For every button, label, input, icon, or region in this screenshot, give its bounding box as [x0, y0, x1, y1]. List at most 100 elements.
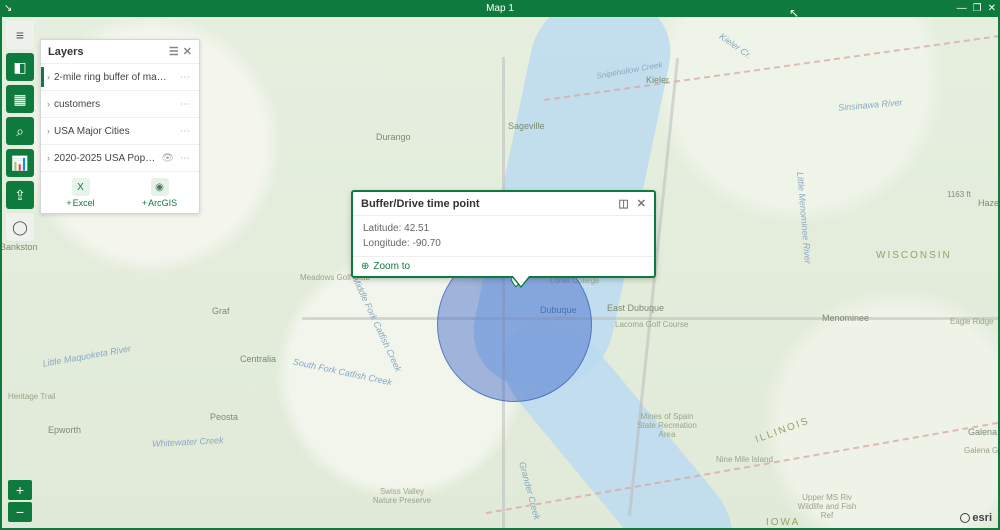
label-peosta: Peosta: [210, 412, 238, 422]
label-ninemile: Nine Mile Island: [716, 455, 773, 464]
popup-close-icon[interactable]: ✕: [637, 197, 646, 210]
analysis-button[interactable]: 📊: [6, 149, 34, 177]
layers-panel: Layers ☰ ✕ › 2-mile ring buffer of ma… ⋯…: [40, 39, 200, 214]
layer-label: customers: [54, 99, 176, 110]
label-kieler: Kieler: [646, 75, 669, 85]
basemap-button[interactable]: ▦: [6, 85, 34, 113]
analysis-icon: 📊: [11, 155, 28, 172]
label-sageville: Sageville: [508, 121, 545, 131]
mouse-cursor-icon: ↖: [789, 6, 799, 20]
basemap-icon: ▦: [13, 91, 26, 108]
layers-title: Layers: [48, 46, 83, 58]
add-excel-button[interactable]: X +Excel: [41, 172, 120, 213]
popup-zoom-to[interactable]: ⊕ Zoom to: [353, 257, 654, 276]
chevron-right-icon: ›: [47, 126, 50, 136]
layers-header: Layers ☰ ✕: [41, 40, 199, 63]
layer-options-button[interactable]: ⋯: [176, 126, 195, 137]
layers-close-icon[interactable]: ✕: [183, 45, 192, 58]
chevron-right-icon: ›: [47, 99, 50, 109]
label-lacoma: Lacoma Golf Course: [615, 320, 688, 329]
popup-header: Buffer/Drive time point ◫ ✕: [353, 192, 654, 215]
layers-footer: X +Excel ◉ +ArcGIS: [41, 171, 199, 213]
label-epworth: Epworth: [48, 425, 81, 435]
menu-icon: ≡: [16, 27, 24, 43]
search-icon: ⌕: [16, 123, 24, 140]
popup-title: Buffer/Drive time point: [361, 198, 480, 210]
zoom-controls: + −: [8, 478, 32, 522]
layers-icon: ◧: [13, 59, 26, 76]
popup-pointer: [511, 276, 531, 288]
label-kieler-creek: Kieler Cr.: [717, 31, 753, 61]
label-elevation: 1163 ft: [947, 190, 971, 199]
add-excel-label: Excel: [73, 198, 95, 208]
popup-body: Latitude: 42.51 Longitude: -90.70: [353, 215, 654, 257]
layer-options-button[interactable]: ⋯: [176, 72, 195, 83]
layers-options-icon[interactable]: ☰: [169, 45, 179, 58]
collapse-arrow-icon[interactable]: ↘: [4, 3, 12, 14]
layer-label: 2-mile ring buffer of ma…: [54, 72, 176, 83]
add-arcgis-label: ArcGIS: [148, 198, 177, 208]
search-button[interactable]: ⌕: [6, 117, 34, 145]
minimize-button[interactable]: —: [957, 3, 967, 14]
label-sinsinawa: Sinsinawa River: [838, 97, 903, 113]
label-menominee: Menominee: [822, 313, 869, 323]
label-catfish: Middle Fork Catfish Creek: [350, 275, 403, 374]
label-upperms: Upper MS Riv Wildlife and Fish Ref: [792, 493, 862, 520]
menu-button[interactable]: ≡: [6, 21, 34, 49]
label-east-dubuque: East Dubuque: [607, 303, 664, 313]
esri-logo-icon: [960, 513, 970, 523]
zoom-in-button[interactable]: +: [8, 480, 32, 500]
label-galena-gc: Galena Golf Club: [964, 446, 998, 455]
share-icon: ⇪: [14, 187, 26, 204]
latitude-label: Latitude:: [363, 223, 401, 234]
left-toolbar: ≡ ◧ ▦ ⌕ 📊 ⇪ ◯: [2, 17, 38, 528]
attribution[interactable]: esri: [960, 512, 992, 524]
account-icon: ◯: [12, 219, 28, 236]
zoom-out-button[interactable]: −: [8, 502, 32, 522]
layer-label: 2020-2025 USA Populati…: [54, 153, 159, 164]
layer-row-population[interactable]: › 2020-2025 USA Populati… 👁 ⋯: [41, 144, 199, 171]
chevron-right-icon: ›: [47, 153, 50, 163]
label-durango: Durango: [376, 132, 411, 142]
map-content[interactable]: Dubuque East Dubuque Loras College Sagev…: [0, 17, 1000, 530]
popup-dock-icon[interactable]: ◫: [618, 197, 628, 210]
window-controls: — ❐ ✕: [957, 3, 996, 14]
label-mines: Mines of Spain State Recreation Area: [632, 412, 702, 439]
layer-row-customers[interactable]: › customers ⋯: [41, 90, 199, 117]
zoom-to-icon: ⊕: [361, 261, 369, 272]
label-swiss: Swiss Valley Nature Preserve: [372, 487, 432, 505]
label-lmaquoketa: Little Maquoketa River: [42, 343, 132, 368]
label-illinois: ILLINOIS: [754, 416, 811, 446]
label-whitewater: Whitewater Creek: [152, 435, 224, 449]
longitude-value: -90.70: [413, 238, 441, 249]
add-arcgis-button[interactable]: ◉ +ArcGIS: [120, 172, 199, 213]
layers-button[interactable]: ◧: [6, 53, 34, 81]
layer-row-cities[interactable]: › USA Major Cities ⋯: [41, 117, 199, 144]
close-button[interactable]: ✕: [988, 3, 996, 14]
latitude-value: 42.51: [404, 223, 429, 234]
share-button[interactable]: ⇪: [6, 181, 34, 209]
layer-label: USA Major Cities: [54, 126, 176, 137]
label-lmenominee: Little Menominee River: [795, 172, 813, 265]
arcgis-icon: ◉: [151, 178, 169, 196]
zoom-to-label: Zoom to: [373, 261, 410, 272]
map-window: ↘ Map 1 — ❐ ✕ ↖ Dubuque East Dubuque Lor…: [0, 0, 1000, 530]
layer-options-button[interactable]: ⋯: [176, 153, 195, 164]
visibility-icon[interactable]: 👁: [161, 153, 174, 164]
account-button[interactable]: ◯: [6, 213, 34, 241]
label-centralia: Centralia: [240, 354, 276, 364]
feature-popup: Buffer/Drive time point ◫ ✕ Latitude: 42…: [351, 190, 656, 278]
label-wisconsin: WISCONSIN: [876, 250, 952, 261]
label-galena: Galena: [968, 427, 997, 437]
chevron-right-icon: ›: [47, 72, 50, 82]
label-hazel: Hazel: [978, 198, 998, 208]
longitude-label: Longitude:: [363, 238, 410, 249]
label-eagle-ridge: Eagle Ridge: [950, 317, 994, 326]
restore-button[interactable]: ❐: [973, 3, 982, 14]
excel-icon: X: [72, 178, 90, 196]
layer-options-button[interactable]: ⋯: [176, 99, 195, 110]
label-grander: Grander Creek: [517, 461, 542, 521]
window-title: Map 1: [486, 3, 514, 14]
label-catfish-s: South Fork Catfish Creek: [292, 357, 393, 388]
layer-row-buffer[interactable]: › 2-mile ring buffer of ma… ⋯: [41, 63, 199, 90]
